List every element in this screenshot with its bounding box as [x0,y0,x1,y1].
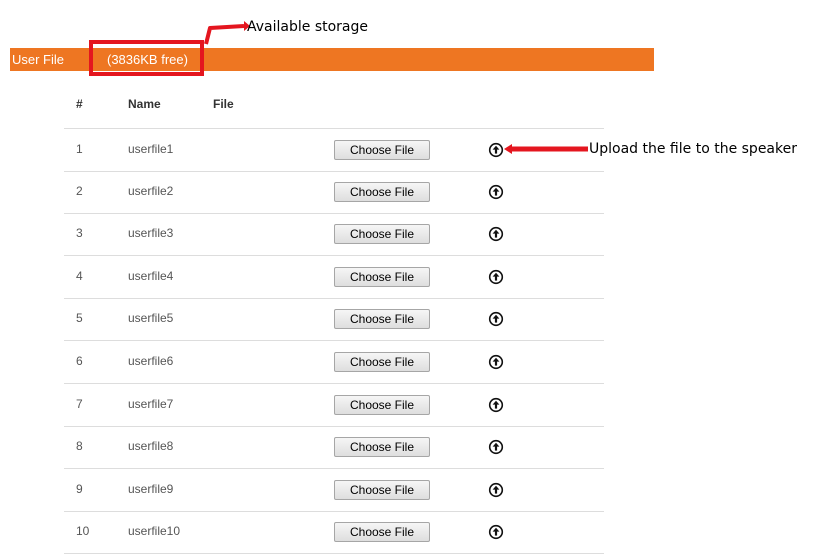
available-storage-label: Available storage [247,19,369,35]
choose-file-button[interactable]: Choose File [334,479,430,500]
choose-file-button[interactable]: Choose File [334,352,430,372]
storage-highlight-box [89,40,204,76]
upload-note-label: Upload the file to the speaker [589,141,797,157]
choose-file-button[interactable]: Choose File [334,522,430,543]
upload-circle-icon[interactable] [488,397,504,413]
table-row: 8 userfile8 Choose File [64,426,604,470]
row-number: 2 [76,183,83,198]
upload-circle-icon[interactable] [488,524,504,540]
row-file-name: userfile1 [128,142,174,156]
row-number: 8 [76,439,83,454]
row-number: 7 [76,396,83,411]
row-number: 3 [76,226,83,241]
user-file-page: Available storage User File (3836KB free… [0,0,840,560]
table-row: 4 userfile4 Choose File [64,256,604,299]
row-file-name: userfile8 [128,439,174,454]
choose-file-button[interactable]: Choose File [334,266,430,287]
row-number: 6 [76,354,83,368]
row-file-name: userfile5 [128,311,174,326]
choose-file-button[interactable]: Choose File [334,181,430,202]
upload-circle-icon[interactable] [488,226,504,242]
table-row: 7 userfile7 Choose File [64,384,604,427]
table-row: 2 userfile2 Choose File [64,171,604,214]
upload-circle-icon[interactable] [488,142,504,158]
row-file-name: userfile6 [128,354,174,368]
choose-file-button[interactable]: Choose File [334,437,430,458]
upload-circle-icon[interactable] [488,482,504,498]
row-file-name: userfile10 [128,524,181,539]
choose-file-button[interactable]: Choose File [334,309,430,330]
storage-annotation-arrow [204,21,250,45]
upload-annotation-arrow [504,144,588,154]
row-file-name: userfile4 [128,268,174,283]
upload-circle-icon[interactable] [488,269,504,285]
column-header-number: # [76,97,83,111]
row-file-name: userfile9 [128,481,174,496]
table-row: 9 userfile9 Choose File [64,469,604,512]
row-number: 1 [76,142,83,156]
row-number: 10 [76,524,90,539]
table-row: 6 userfile6 Choose File [64,341,604,384]
column-header-name: Name [128,97,161,111]
upload-circle-icon[interactable] [488,439,504,455]
row-file-name: userfile7 [128,396,174,411]
table-row: 5 userfile5 Choose File [64,298,604,342]
column-header-file: File [213,97,234,111]
upload-circle-icon[interactable] [488,184,504,200]
row-number: 4 [76,268,83,283]
row-number: 5 [76,311,83,326]
choose-file-button[interactable]: Choose File [334,140,430,160]
header-title: User File [12,52,65,67]
table-row: 3 userfile3 Choose File [64,213,604,257]
choose-file-button[interactable]: Choose File [334,224,430,245]
row-number: 9 [76,481,83,496]
row-file-name: userfile3 [128,226,174,241]
choose-file-button[interactable]: Choose File [334,394,430,415]
upload-circle-icon[interactable] [488,311,504,327]
upload-circle-icon[interactable] [488,354,504,370]
row-file-name: userfile2 [128,183,174,198]
table-row: 10 userfile10 Choose File [64,511,604,555]
